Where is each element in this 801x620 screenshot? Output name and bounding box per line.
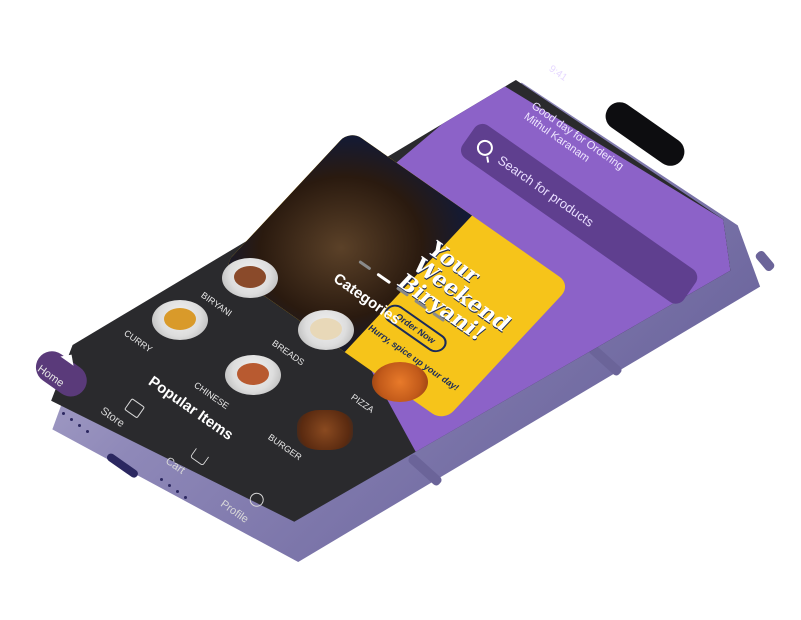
- category-pizza[interactable]: [372, 362, 428, 402]
- category-breads[interactable]: [298, 310, 354, 350]
- burger-image: [297, 410, 353, 450]
- phone-mockup: 9:41 Good day for Ordering Mithul Karana…: [0, 0, 801, 620]
- speaker-hole: [176, 490, 179, 493]
- speaker-hole: [184, 496, 187, 499]
- side-button: [754, 249, 776, 273]
- speaker-hole: [78, 424, 81, 427]
- category-burger[interactable]: [297, 410, 353, 450]
- curry-image: [152, 300, 208, 340]
- status-time: 9:41: [546, 63, 569, 84]
- biryani-image: [222, 258, 278, 298]
- chinese-image: [225, 355, 281, 395]
- speaker-hole: [168, 484, 171, 487]
- category-biryani[interactable]: [222, 258, 278, 298]
- category-chinese[interactable]: [225, 355, 281, 395]
- category-curry[interactable]: [152, 300, 208, 340]
- pizza-image: [372, 362, 428, 402]
- speaker-hole: [70, 418, 73, 421]
- speaker-hole: [62, 412, 65, 415]
- breads-image: [298, 310, 354, 350]
- speaker-hole: [160, 478, 163, 481]
- search-icon: [473, 136, 497, 159]
- speaker-hole: [86, 430, 89, 433]
